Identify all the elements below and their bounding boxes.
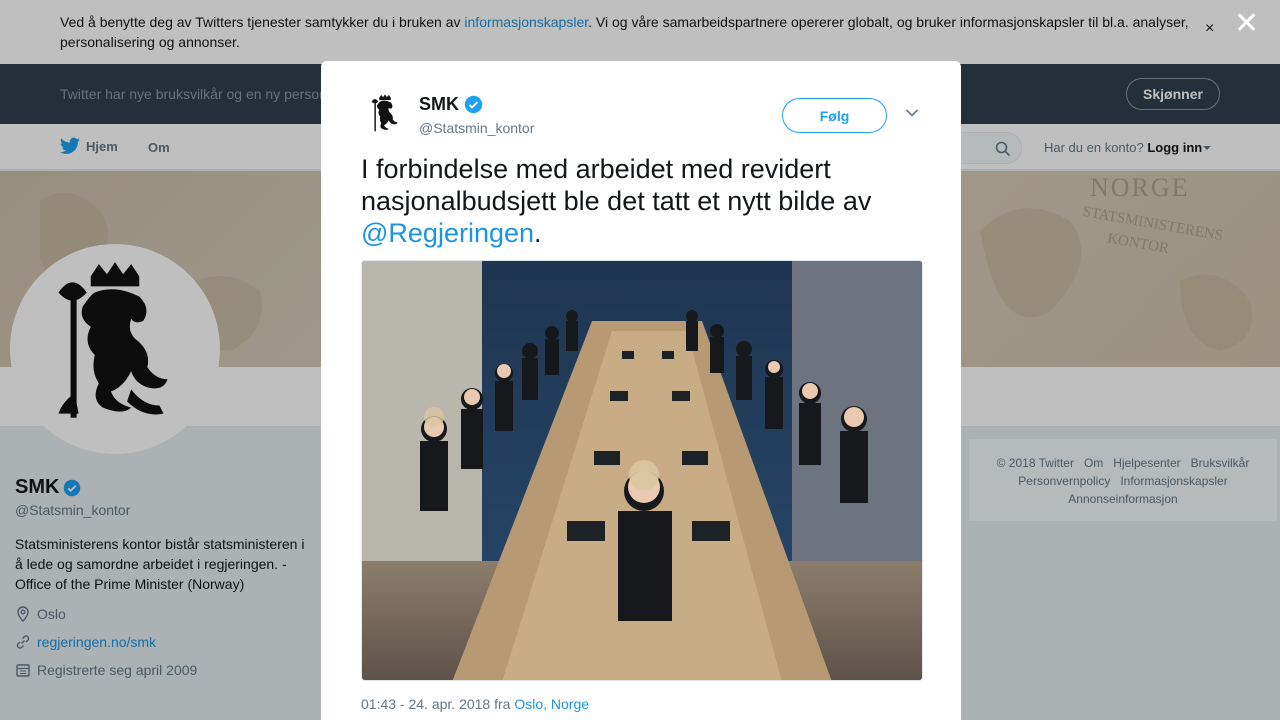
tweet-modal: SMK @Statsmin_kontor Følg I forbindelse …: [321, 61, 961, 720]
tweet-text-body: I forbindelse med arbeidet med revidert …: [361, 154, 872, 216]
verified-badge-icon: [464, 95, 483, 114]
close-icon[interactable]: ✕: [1234, 9, 1259, 39]
tweet-avatar[interactable]: [361, 91, 409, 139]
tweet-location-link[interactable]: Oslo, Norge: [514, 696, 589, 712]
mention-link[interactable]: @Regjeringen: [361, 218, 534, 248]
tweet-timestamp: 01:43 - 24. apr. 2018 fra Oslo, Norge: [361, 696, 589, 712]
tweet-author-handle[interactable]: @Statsmin_kontor: [419, 120, 534, 136]
follow-button[interactable]: Følg: [782, 98, 887, 133]
tweet-timestamp-text: 01:43 - 24. apr. 2018 fra: [361, 696, 515, 712]
tweet-text: I forbindelse med arbeidet med revidert …: [361, 153, 931, 249]
tweet-text-end: .: [534, 218, 542, 248]
cabinet-photo: [362, 261, 922, 680]
tweet-author-name[interactable]: SMK: [419, 94, 483, 115]
tweet-photo[interactable]: [361, 260, 923, 681]
chevron-down-icon[interactable]: [905, 108, 919, 118]
tweet-author-name-text: SMK: [419, 94, 459, 114]
